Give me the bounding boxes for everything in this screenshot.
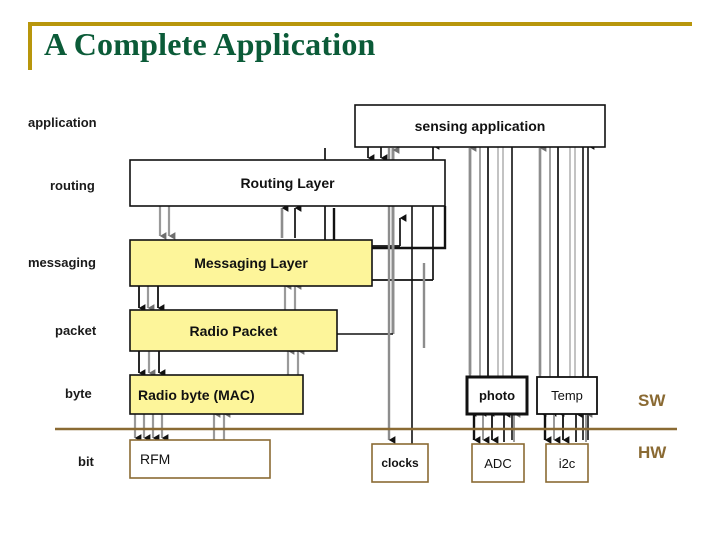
label-temp: Temp — [551, 388, 583, 403]
label-radio-byte-mac: Radio byte (MAC) — [138, 386, 255, 403]
label-hw: HW — [638, 443, 667, 462]
row-label-application: application — [28, 115, 97, 130]
label-i2c: i2c — [558, 455, 576, 471]
label-adc: ADC — [484, 455, 512, 471]
label-clocks: clocks — [381, 456, 419, 470]
label-sensing-application: sensing application — [414, 118, 546, 134]
row-label-routing: routing — [50, 178, 95, 193]
page-title: A Complete Application — [44, 26, 376, 62]
label-rfm: RFM — [140, 451, 171, 467]
label-routing-layer: Routing Layer — [240, 175, 335, 191]
row-label-bit: bit — [78, 454, 94, 469]
row-label-packet: packet — [55, 323, 97, 338]
row-label-messaging: messaging — [28, 255, 96, 270]
connector-layer — [55, 104, 677, 483]
label-photo: photo — [478, 388, 516, 403]
label-sw: SW — [638, 391, 666, 410]
title-rule-left — [28, 22, 32, 70]
label-messaging-layer: Messaging Layer — [194, 255, 308, 271]
label-radio-packet: Radio Packet — [189, 322, 278, 339]
architecture-diagram: application routing messaging packet byt… — [0, 88, 720, 518]
row-label-byte: byte — [65, 386, 92, 401]
